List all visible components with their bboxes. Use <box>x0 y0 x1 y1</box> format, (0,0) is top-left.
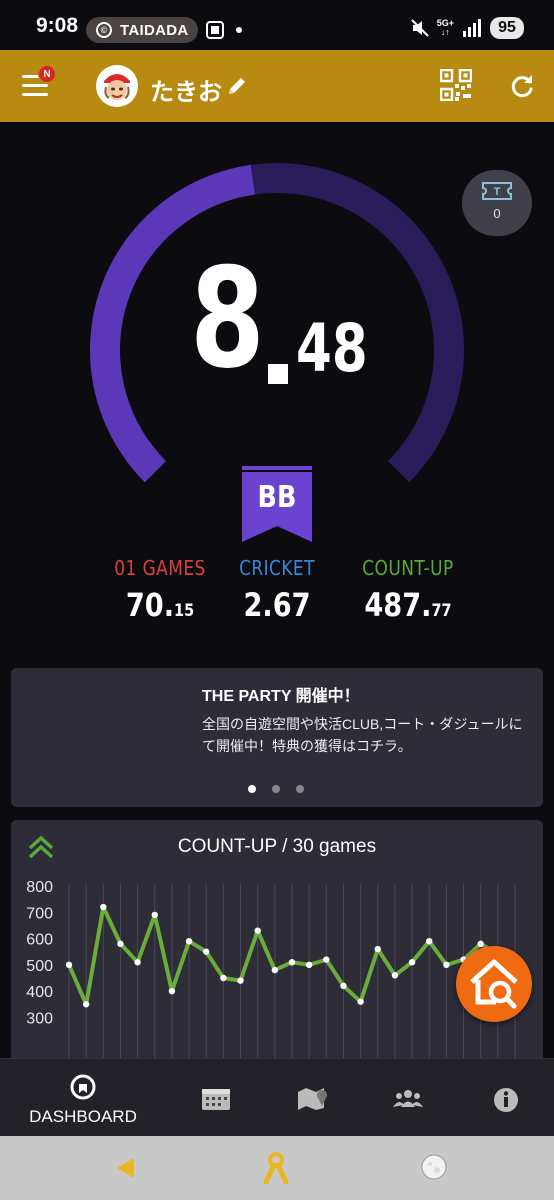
notification-dot <box>236 27 242 33</box>
banner-title: THE PARTY 開催中！ <box>202 688 360 705</box>
status-bar: 9:08 © TAIDADA 5G+ ↓↑ 95 <box>0 0 554 50</box>
avatar-image-icon <box>96 65 138 107</box>
stat-value-sub: 15 <box>174 601 195 621</box>
ticket-count: 0 <box>493 206 501 221</box>
nav-map[interactable] <box>282 1059 342 1137</box>
refresh-icon[interactable] <box>508 72 536 100</box>
nav-friends[interactable] <box>378 1059 438 1137</box>
data-point <box>305 961 313 969</box>
data-point <box>271 966 279 974</box>
carousel-dot[interactable] <box>296 785 304 793</box>
data-point <box>82 1001 90 1008</box>
data-point <box>237 977 244 984</box>
carousel-dots <box>248 785 304 793</box>
copyright-icon: © <box>96 22 112 38</box>
data-point <box>203 948 210 955</box>
friends-icon <box>393 1090 423 1107</box>
y-tick-label: 800 <box>26 879 53 896</box>
stat-label: CRICKET <box>239 556 315 580</box>
qr-code-icon[interactable] <box>440 69 472 101</box>
y-tick-label: 700 <box>26 905 53 922</box>
event-banner[interactable]: THE PARTY 開催中！ 全国の自遊空間や快活CLUB,コート・ダジュールに… <box>11 668 543 807</box>
network-type: 5G+ ↓↑ <box>436 18 454 37</box>
y-tick-label: 500 <box>26 958 53 975</box>
data-point <box>65 961 73 969</box>
data-point <box>408 959 416 966</box>
y-tick-label: 400 <box>26 984 53 1001</box>
stat-value: 2.67 <box>209 586 345 624</box>
data-point <box>254 927 261 934</box>
stat-count-up[interactable]: COUNT-UP 487.77 <box>328 556 488 624</box>
data-point <box>288 959 296 966</box>
data-point <box>151 911 158 919</box>
stat-label: COUNT-UP <box>362 556 454 580</box>
stat-value-main: 2.67 <box>243 586 311 624</box>
stat-value-main: 487. <box>364 586 432 624</box>
recents-moon-icon[interactable] <box>420 1153 448 1181</box>
home-ribbon-icon[interactable] <box>263 1152 289 1184</box>
data-point <box>443 961 450 969</box>
data-point <box>426 938 433 945</box>
signal-icon <box>463 19 481 37</box>
data-point <box>220 974 227 982</box>
menu-badge: N <box>38 65 56 83</box>
calendar-icon <box>202 1089 230 1110</box>
status-time: 9:08 <box>36 14 79 37</box>
carousel-dot[interactable] <box>272 785 280 793</box>
data-point <box>340 982 347 990</box>
carousel-dot[interactable] <box>248 785 256 793</box>
data-point <box>374 945 381 953</box>
rating-integer: 8 <box>190 238 265 399</box>
data-point <box>117 940 124 948</box>
stat-value-main: 70. <box>125 586 175 624</box>
nav-dashboard-label: DASHBOARD <box>29 1107 137 1126</box>
data-point <box>357 998 364 1005</box>
dashboard-icon <box>70 1074 96 1100</box>
rating-decimal-point <box>268 364 288 384</box>
class-flag-label: BB <box>257 480 297 515</box>
network-label: 5G+ <box>436 18 454 28</box>
rating-decimal: 48 <box>296 310 368 387</box>
battery-level: 95 <box>490 17 524 39</box>
data-point <box>185 938 193 945</box>
nav-dashboard[interactable]: DASHBOARD <box>18 1059 148 1137</box>
bottom-navigation: DASHBOARD <box>0 1058 554 1136</box>
home-search-icon <box>470 959 518 1009</box>
data-point <box>134 959 141 966</box>
y-tick-label: 300 <box>26 1010 53 1027</box>
screenshot-icon <box>206 21 224 39</box>
info-icon <box>494 1088 518 1112</box>
y-tick-label: 600 <box>26 932 53 949</box>
edit-pencil-icon[interactable] <box>226 75 248 97</box>
nav-info[interactable] <box>476 1059 536 1137</box>
carrier-badge: © TAIDADA <box>86 17 198 43</box>
ticket-button[interactable]: T 0 <box>462 170 532 236</box>
data-point <box>168 987 176 995</box>
banner-text: 全国の自遊空間や快活CLUB,コート・ダジュールにて開催中！特典の獲得はコチラ。 <box>202 716 523 754</box>
app-header: N たきお <box>0 50 554 122</box>
chart-title: COUNT-UP / 30 games <box>177 836 377 857</box>
avatar[interactable] <box>96 65 138 107</box>
stat-value: 487.77 <box>340 586 476 624</box>
svg-text:T: T <box>494 186 501 198</box>
carrier-badge-label: TAIDADA <box>120 21 189 39</box>
data-point <box>323 956 330 963</box>
map-icon <box>298 1088 327 1110</box>
data-point <box>391 972 399 979</box>
mute-icon <box>411 19 429 37</box>
ticket-icon: T <box>482 182 512 200</box>
shop-search-button[interactable] <box>456 946 532 1022</box>
nav-calendar[interactable] <box>186 1059 246 1137</box>
rating-gauge <box>90 163 464 483</box>
back-icon[interactable] <box>114 1156 136 1180</box>
data-point <box>100 903 107 911</box>
system-navigation-bar <box>0 1136 554 1200</box>
stat-value-sub: 77 <box>431 601 452 621</box>
user-name[interactable]: たきお <box>150 72 222 107</box>
